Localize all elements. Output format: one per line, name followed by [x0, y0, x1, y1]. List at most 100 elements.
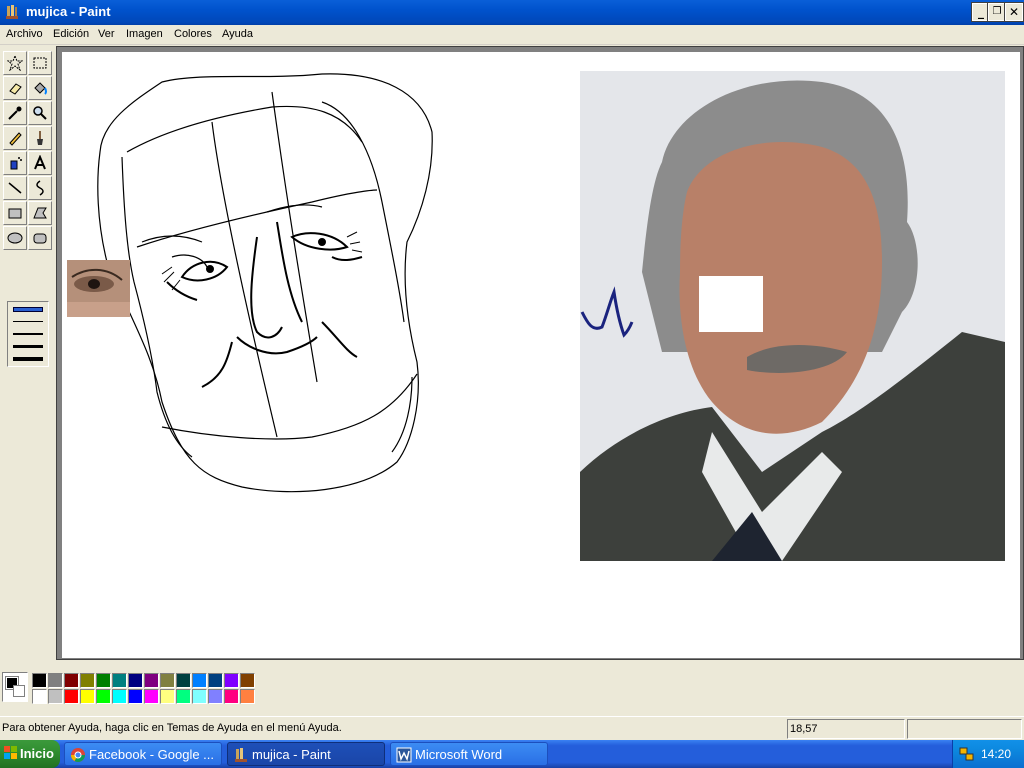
curve-icon — [36, 180, 44, 196]
taskbar: Inicio Facebook - Google ... mujica - Pa… — [0, 740, 1024, 768]
menu-colores[interactable]: Colores — [174, 28, 212, 40]
palette-swatch[interactable] — [192, 673, 207, 688]
rounded-rect-icon — [33, 233, 47, 244]
status-size — [907, 719, 1022, 739]
eraser-tool[interactable] — [3, 76, 27, 100]
menu-edicion[interactable]: Edición — [53, 28, 89, 40]
pencil-tool[interactable] — [3, 126, 27, 150]
text-tool[interactable] — [28, 151, 52, 175]
windows-flag-icon — [4, 746, 17, 759]
palette-swatch[interactable] — [112, 689, 127, 704]
palette-swatch[interactable] — [32, 689, 47, 704]
palette-swatch[interactable] — [80, 689, 95, 704]
status-bar: Para obtener Ayuda, haga clic en Temas d… — [0, 716, 1024, 740]
polygon-tool[interactable] — [28, 201, 52, 225]
free-select-tool[interactable] — [3, 51, 27, 75]
face-features-sketch — [166, 221, 363, 388]
line-tool[interactable] — [3, 176, 27, 200]
palette-swatch[interactable] — [240, 673, 255, 688]
task-facebook-chrome[interactable]: Facebook - Google ... — [64, 742, 222, 766]
line-width-option-2[interactable] — [13, 321, 43, 322]
portrait-photo — [580, 71, 1005, 561]
palette-swatch[interactable] — [96, 673, 111, 688]
airbrush-tool[interactable] — [3, 151, 27, 175]
color-picker-tool[interactable] — [3, 101, 27, 125]
line-width-option-4[interactable] — [13, 345, 43, 348]
palette-swatch[interactable] — [80, 673, 95, 688]
rounded-rect-tool[interactable] — [28, 226, 52, 250]
brush-icon — [37, 131, 43, 145]
start-button[interactable]: Inicio — [0, 740, 60, 768]
canvas-scroll-area[interactable] — [56, 46, 1024, 660]
start-label: Inicio — [20, 746, 54, 761]
close-button[interactable]: ✕ — [1004, 2, 1024, 22]
curve-tool[interactable] — [28, 176, 52, 200]
palette-swatch[interactable] — [48, 673, 63, 688]
palette-swatch[interactable] — [64, 673, 79, 688]
palette-swatch[interactable] — [112, 673, 127, 688]
menu-ver[interactable]: Ver — [98, 28, 115, 40]
restore-button[interactable]: ❐ — [987, 2, 1007, 22]
palette-swatch[interactable] — [224, 689, 239, 704]
palette-swatch[interactable] — [208, 673, 223, 688]
palette-swatch[interactable] — [240, 689, 255, 704]
status-coordinates: 18,57 — [787, 719, 905, 739]
task-paint[interactable]: mujica - Paint — [227, 742, 385, 766]
rectangle-icon — [8, 208, 22, 219]
drawing-canvas[interactable] — [62, 52, 1020, 658]
menu-imagen[interactable]: Imagen — [126, 28, 163, 40]
bucket-icon — [34, 82, 47, 95]
palette-swatch[interactable] — [160, 673, 175, 688]
network-icon[interactable] — [959, 746, 975, 762]
face-sketch — [97, 73, 433, 493]
word-icon — [396, 747, 412, 763]
magnifier-tool[interactable] — [28, 101, 52, 125]
eye-wrinkle-strokes — [161, 231, 363, 291]
palette-swatch[interactable] — [32, 673, 47, 688]
palette-swatch[interactable] — [144, 689, 159, 704]
star-select-icon — [7, 55, 23, 71]
palette-swatch[interactable] — [176, 673, 191, 688]
palette-swatch[interactable] — [160, 689, 175, 704]
palette-swatch[interactable] — [144, 673, 159, 688]
brush-tool[interactable] — [28, 126, 52, 150]
status-help-text: Para obtener Ayuda, haga clic en Temas d… — [2, 722, 342, 734]
palette-swatch[interactable] — [192, 689, 207, 704]
palette-swatch[interactable] — [224, 673, 239, 688]
palette-swatch[interactable] — [128, 689, 143, 704]
menu-bar: Archivo Edición Ver Imagen Colores Ayuda — [0, 25, 1024, 45]
background-color[interactable] — [13, 685, 25, 697]
color-palette — [0, 661, 1024, 713]
palette-swatch[interactable] — [64, 689, 79, 704]
palette-swatch[interactable] — [96, 689, 111, 704]
line-width-option-5[interactable] — [13, 357, 43, 361]
title-bar[interactable]: mujica - Paint _ ❐ ✕ — [0, 0, 1024, 25]
palette-swatch[interactable] — [128, 673, 143, 688]
magnifier-icon — [33, 106, 47, 120]
menu-ayuda[interactable]: Ayuda — [222, 28, 253, 40]
line-width-option-3[interactable] — [13, 333, 43, 335]
polygon-icon — [33, 207, 47, 219]
rect-select-tool[interactable] — [28, 51, 52, 75]
palette-swatch[interactable] — [48, 689, 63, 704]
ellipse-tool[interactable] — [3, 226, 27, 250]
chrome-icon — [71, 748, 85, 762]
task-label: Facebook - Google ... — [89, 747, 215, 762]
eraser-icon — [9, 83, 22, 95]
line-width-option-1[interactable] — [13, 307, 43, 312]
palette-swatch[interactable] — [208, 689, 223, 704]
palette-swatch[interactable] — [176, 689, 191, 704]
task-label: mujica - Paint — [252, 747, 331, 762]
current-colors[interactable] — [2, 672, 28, 702]
pencil-icon — [9, 132, 22, 146]
line-icon — [8, 182, 22, 194]
toolbox — [0, 46, 55, 658]
menu-archivo[interactable]: Archivo — [6, 28, 43, 40]
clock[interactable]: 14:20 — [981, 747, 1011, 761]
fill-tool[interactable] — [28, 76, 52, 100]
task-word[interactable]: Microsoft Word — [390, 742, 548, 766]
tool-options-box — [7, 301, 49, 367]
eyedropper-icon — [8, 106, 22, 120]
window-title: mujica - Paint — [26, 4, 111, 19]
rectangle-tool[interactable] — [3, 201, 27, 225]
